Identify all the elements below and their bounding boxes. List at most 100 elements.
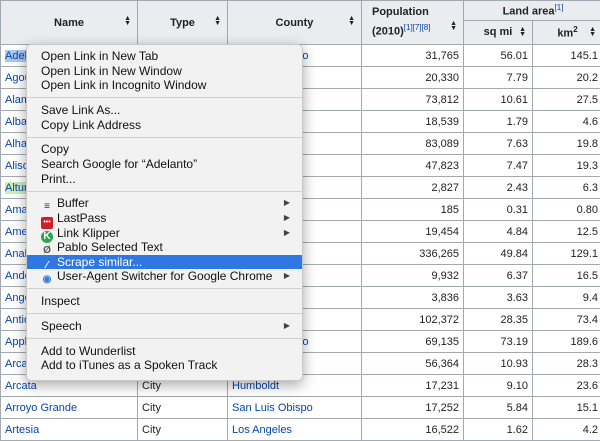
km2-cell: 28.3 <box>533 353 600 375</box>
sq-mi-cell: 6.37 <box>464 265 533 287</box>
type-cell: City <box>138 397 228 419</box>
sq-mi-cell: 5.84 <box>464 397 533 419</box>
population-cell: 3,836 <box>362 287 464 309</box>
population-cell: 69,135 <box>362 331 464 353</box>
sort-icon[interactable]: ▲▼ <box>450 21 457 31</box>
submenu-arrow-icon: ▶ <box>284 196 290 211</box>
submenu-arrow-icon: ▶ <box>284 226 290 241</box>
menu-item-copy[interactable]: Copy <box>27 142 302 157</box>
header-population[interactable]: Population (2010)[1][7][8] ▲▼ <box>362 1 464 45</box>
population-cell: 185 <box>362 199 464 221</box>
menu-item-lastpass[interactable]: •••LastPass▶ <box>27 211 302 226</box>
sq-mi-cell: 10.93 <box>464 353 533 375</box>
sort-icon[interactable]: ▲▼ <box>348 16 355 26</box>
sq-mi-cell: 10.61 <box>464 89 533 111</box>
population-cell: 2,827 <box>362 177 464 199</box>
population-cell: 20,330 <box>362 67 464 89</box>
city-name-cell: Arroyo Grande <box>1 397 138 419</box>
menu-item-search-google-for-adelanto[interactable]: Search Google for “Adelanto” <box>27 157 302 172</box>
menu-item-label: Open Link in New Tab <box>41 49 158 63</box>
menu-item-scrape-similar[interactable]: ⁄Scrape similar... <box>27 255 302 270</box>
header-county[interactable]: County ▲▼ <box>228 1 362 45</box>
population-cell: 83,089 <box>362 133 464 155</box>
menu-item-pablo-selected-text[interactable]: ØPablo Selected Text <box>27 240 302 255</box>
menu-item-open-link-in-incognito-window[interactable]: Open Link in Incognito Window <box>27 78 302 93</box>
population-cell: 336,265 <box>362 243 464 265</box>
header-type[interactable]: Type ▲▼ <box>138 1 228 45</box>
sq-mi-cell: 2.43 <box>464 177 533 199</box>
county-link[interactable]: Los Angeles <box>232 424 292 436</box>
population-cell: 16,522 <box>362 419 464 441</box>
sq-mi-cell: 7.47 <box>464 155 533 177</box>
header-km2[interactable]: km2 ▲▼ <box>533 20 600 44</box>
menu-item-copy-link-address[interactable]: Copy Link Address <box>27 118 302 133</box>
sq-mi-cell: 28.35 <box>464 309 533 331</box>
menu-item-link-klipper[interactable]: KLink Klipper▶ <box>27 226 302 241</box>
km2-cell: 6.3 <box>533 177 600 199</box>
type-cell: City <box>138 419 228 441</box>
sort-icon[interactable]: ▲▼ <box>519 27 526 37</box>
population-cell: 102,372 <box>362 309 464 331</box>
menu-item-open-link-in-new-window[interactable]: Open Link in New Window <box>27 64 302 79</box>
city-name-link[interactable]: Arcata <box>5 380 37 392</box>
table-row: Arroyo Grande City San Luis Obispo 17,2525.… <box>1 397 600 419</box>
menu-item-open-link-in-new-tab[interactable]: Open Link in New Tab <box>27 49 302 64</box>
menu-item-add-to-wunderlist[interactable]: Add to Wunderlist <box>27 344 302 359</box>
population-refs[interactable]: [1][7][8] <box>404 23 431 32</box>
menu-item-inspect[interactable]: Inspect <box>27 294 302 309</box>
menu-separator <box>27 338 302 339</box>
city-name-link[interactable]: Arroyo Grande <box>5 402 77 414</box>
sq-mi-cell: 49.84 <box>464 243 533 265</box>
submenu-arrow-icon: ▶ <box>284 269 290 284</box>
population-cell: 73,812 <box>362 89 464 111</box>
menu-item-label: Pablo Selected Text <box>57 240 163 254</box>
population-cell: 47,823 <box>362 155 464 177</box>
km2-cell: 189.6 <box>533 331 600 353</box>
population-cell: 17,252 <box>362 397 464 419</box>
sort-icon[interactable]: ▲▼ <box>214 16 221 26</box>
menu-item-label: Add to Wunderlist <box>41 344 136 358</box>
header-name[interactable]: Name ▲▼ <box>1 1 138 45</box>
sq-mi-cell: 7.63 <box>464 133 533 155</box>
header-land-area: Land area[1] <box>464 1 600 21</box>
menu-item-speech[interactable]: Speech▶ <box>27 319 302 334</box>
km2-cell: 0.80 <box>533 199 600 221</box>
km2-cell: 27.5 <box>533 89 600 111</box>
menu-item-buffer[interactable]: ≡Buffer▶ <box>27 196 302 211</box>
sq-mi-cell: 3.63 <box>464 287 533 309</box>
table-row: ArtesiaCityLos Angeles16,5221.624.2 <box>1 419 600 441</box>
sq-mi-cell: 0.31 <box>464 199 533 221</box>
menu-item-label: Scrape similar... <box>57 255 142 269</box>
menu-item-save-link-as[interactable]: Save Link As... <box>27 103 302 118</box>
population-cell: 9,932 <box>362 265 464 287</box>
sq-mi-cell: 1.62 <box>464 419 533 441</box>
sq-mi-cell: 9.10 <box>464 375 533 397</box>
land-area-ref[interactable]: [1] <box>555 3 564 12</box>
menu-item-label: User-Agent Switcher for Google Chrome <box>57 269 272 283</box>
km2-cell: 19.3 <box>533 155 600 177</box>
sq-mi-cell: 73.19 <box>464 331 533 353</box>
menu-separator <box>27 191 302 192</box>
menu-item-print[interactable]: Print... <box>27 172 302 187</box>
km2-cell: 145.1 <box>533 45 600 67</box>
sort-icon[interactable]: ▲▼ <box>124 16 131 26</box>
menu-item-add-to-itunes-as-a-spoken-track[interactable]: Add to iTunes as a Spoken Track <box>27 358 302 373</box>
sq-mi-cell: 56.01 <box>464 45 533 67</box>
menu-item-user-agent-switcher-for-google-chrome[interactable]: ◉User-Agent Switcher for Google Chrome▶ <box>27 269 302 284</box>
km2-cell: 23.6 <box>533 375 600 397</box>
km2-cell: 16.5 <box>533 265 600 287</box>
menu-item-label: Speech <box>41 319 82 333</box>
menu-item-label: Buffer <box>57 196 89 210</box>
population-cell: 31,765 <box>362 45 464 67</box>
header-sq-mi[interactable]: sq mi ▲▼ <box>464 20 533 44</box>
county-link[interactable]: Humboldt <box>232 380 279 392</box>
city-name-link[interactable]: Artesia <box>5 424 39 436</box>
population-cell: 18,539 <box>362 111 464 133</box>
county-cell: Los Angeles <box>228 419 362 441</box>
menu-separator <box>27 288 302 289</box>
county-link[interactable]: San Luis Obispo <box>232 402 313 414</box>
menu-item-label: Copy Link Address <box>41 118 141 132</box>
sort-icon[interactable]: ▲▼ <box>589 27 596 37</box>
city-name-cell: Artesia <box>1 419 138 441</box>
menu-item-label: Copy <box>41 142 69 156</box>
